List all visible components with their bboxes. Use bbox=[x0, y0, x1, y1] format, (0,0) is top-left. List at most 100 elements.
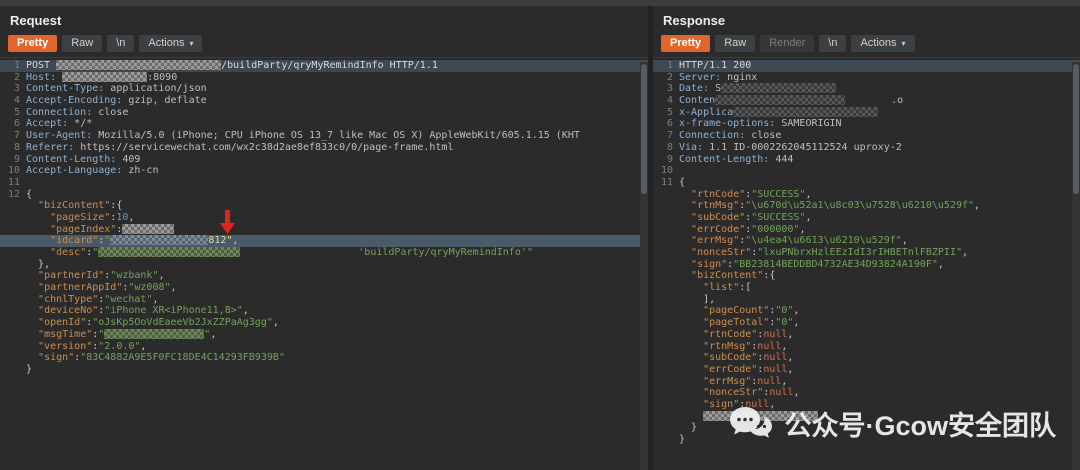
code-text: , bbox=[128, 211, 135, 223]
code-text: "openId" bbox=[38, 317, 87, 329]
line-content bbox=[679, 165, 1080, 177]
code-text: , bbox=[974, 200, 981, 212]
line-number bbox=[653, 364, 679, 376]
request-scrollbar[interactable] bbox=[640, 62, 648, 470]
code-line: 7 User-Agent: Mozilla/5.0 (iPhone; CPU iP… bbox=[0, 130, 648, 142]
code-text: "sign" bbox=[38, 352, 75, 364]
code-line: "bizContent":{ bbox=[0, 200, 648, 212]
code-line: 11 { bbox=[653, 177, 1080, 189]
line-number bbox=[653, 317, 679, 329]
line-content: { bbox=[26, 189, 648, 201]
line-number bbox=[0, 294, 26, 306]
tab-newline[interactable]: \n bbox=[819, 35, 847, 52]
line-content: }, bbox=[26, 259, 648, 271]
code-line: 3 Date: S bbox=[653, 83, 1080, 95]
tab-pretty[interactable]: Pretty bbox=[661, 35, 711, 52]
code-line: "partnerId":"wzbank", bbox=[0, 270, 648, 282]
burp-message-viewer: Request Pretty Raw \n Actions ▾ 1 POST /build… bbox=[0, 0, 1080, 470]
code-text: null bbox=[763, 352, 788, 364]
line-number bbox=[0, 282, 26, 294]
code-text: , bbox=[787, 352, 794, 364]
tab-render[interactable]: Render bbox=[760, 35, 815, 52]
line-number: 4 bbox=[666, 95, 673, 107]
code-text: "bizContent" bbox=[38, 200, 111, 212]
code-text: https://servicewechat.com/wx2c38d2ae8ef8… bbox=[80, 141, 454, 153]
code-text: "\u4ea4\u6613\u6210\u529f" bbox=[745, 235, 902, 247]
line-content: Host: :8090 bbox=[26, 71, 648, 84]
line-number: 8 bbox=[666, 141, 673, 153]
watermark: 公众号·Gcow安全团队 bbox=[728, 404, 1056, 443]
code-text: , bbox=[170, 282, 177, 294]
code-line: "desc":"'buildParty/qryMyRemindInfo'" bbox=[0, 247, 648, 259]
code-text: "chnlType" bbox=[38, 293, 99, 305]
code-text: "SUCCESS" bbox=[751, 188, 806, 200]
code-text: "idcard" bbox=[50, 235, 99, 247]
response-scrollbar[interactable] bbox=[1072, 62, 1080, 470]
request-scrollbar-thumb[interactable] bbox=[641, 64, 647, 194]
response-scrollbar-thumb[interactable] bbox=[1073, 64, 1079, 194]
code-line: "msgTime":" ", bbox=[0, 328, 648, 341]
redaction-box bbox=[721, 83, 837, 94]
code-text: "0" bbox=[775, 305, 794, 317]
line-number bbox=[0, 341, 26, 353]
tab-actions[interactable]: Actions ▾ bbox=[139, 35, 203, 52]
code-text: "msgTime" bbox=[38, 328, 93, 340]
code-line: "sign":"BB23814BEDDBD4732AE34D93824A190F… bbox=[653, 259, 1080, 271]
line-number bbox=[0, 364, 26, 376]
line-number bbox=[653, 411, 679, 423]
line-number: 12 bbox=[7, 188, 20, 200]
code-text: Accept-Encoding: bbox=[26, 95, 129, 107]
code-text: "2.0.0" bbox=[98, 340, 141, 352]
code-text: , bbox=[210, 328, 217, 340]
code-text: Content-Type: bbox=[26, 83, 111, 95]
line-content: "errMsg":null, bbox=[679, 376, 1080, 388]
chat-bubbles-icon bbox=[730, 406, 773, 438]
code-line: 2 Server: nginx bbox=[653, 72, 1080, 84]
line-content: Server: nginx bbox=[679, 72, 1080, 84]
line-content: "bizContent":{ bbox=[26, 200, 648, 212]
line-number bbox=[653, 247, 679, 259]
line-content: } bbox=[26, 364, 648, 376]
code-text: "iPhone XR<iPhone11,8>" bbox=[104, 305, 243, 317]
line-number bbox=[653, 224, 679, 236]
tab-raw[interactable]: Raw bbox=[715, 35, 756, 52]
code-text: , bbox=[232, 235, 239, 247]
line-content: Accept: */* bbox=[26, 118, 648, 130]
tab-label: \n bbox=[116, 37, 126, 49]
code-text: "oJsKp5OoVdEaeeVb2JxZZPaAg3gg" bbox=[92, 317, 273, 329]
code-text: 812" bbox=[208, 235, 233, 247]
code-text: gzip, deflate bbox=[128, 95, 207, 107]
code-text: "rtnCode" bbox=[691, 188, 746, 200]
line-content: Accept-Encoding: gzip, deflate bbox=[26, 95, 648, 107]
tab-raw[interactable]: Raw bbox=[62, 35, 103, 52]
tab-actions[interactable]: Actions ▾ bbox=[851, 35, 915, 52]
code-text: "bizContent" bbox=[691, 270, 764, 282]
red-arrow-annotation bbox=[220, 210, 235, 234]
code-text: Content-Length: bbox=[679, 153, 776, 165]
line-number: 4 bbox=[13, 95, 20, 107]
code-line: 4 Accept-Encoding: gzip, deflate bbox=[0, 95, 648, 107]
request-editor[interactable]: 1 POST /buildParty/qryMyRemindInfo HTTP/1… bbox=[0, 58, 648, 470]
code-text: 409 bbox=[122, 153, 141, 165]
code-text: Conten bbox=[679, 95, 716, 107]
line-number: 7 bbox=[666, 130, 673, 142]
code-text: Connection: bbox=[679, 130, 752, 142]
code-text: "errMsg" bbox=[691, 235, 740, 247]
line-content: "list":[ bbox=[679, 282, 1080, 294]
code-text: "rtnMsg" bbox=[703, 340, 752, 352]
code-text: } bbox=[26, 363, 33, 375]
tab-newline[interactable]: \n bbox=[107, 35, 135, 52]
tab-pretty[interactable]: Pretty bbox=[8, 35, 58, 52]
line-content: ], bbox=[679, 294, 1080, 306]
code-text: , bbox=[799, 223, 806, 235]
code-text: Referer: bbox=[26, 141, 81, 153]
line-content: "errCode":null, bbox=[679, 364, 1080, 376]
line-number bbox=[653, 341, 679, 353]
